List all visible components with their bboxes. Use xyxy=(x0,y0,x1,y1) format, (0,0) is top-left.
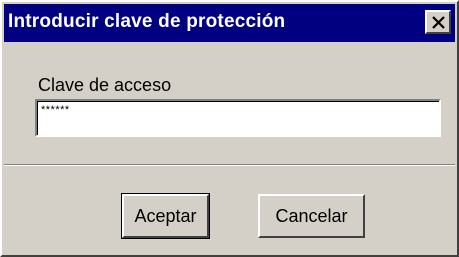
password-label: Clave de acceso xyxy=(38,75,172,95)
close-icon xyxy=(432,16,445,29)
close-button[interactable] xyxy=(425,10,451,34)
password-input[interactable]: ****** xyxy=(35,99,441,137)
dialog-title: Introducir clave de protección xyxy=(8,11,286,32)
password-value: ****** xyxy=(41,104,70,116)
cancel-button[interactable]: Cancelar xyxy=(258,194,365,238)
title-bar[interactable]: Introducir clave de protección xyxy=(4,4,455,42)
divider xyxy=(4,164,455,166)
password-dialog: Introducir clave de protección Clave de … xyxy=(0,0,459,257)
accept-button[interactable]: Aceptar xyxy=(121,193,210,239)
